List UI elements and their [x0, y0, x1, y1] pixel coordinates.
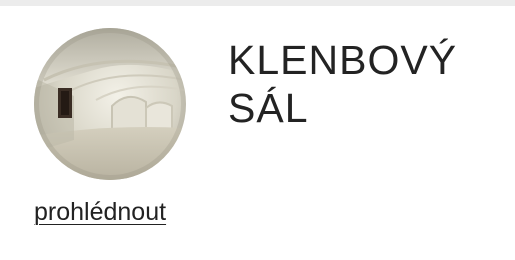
room-title: KLENBOVÝ SÁL	[228, 37, 458, 131]
room-card: KLENBOVÝ SÁL prohlédnout	[0, 0, 515, 260]
room-thumbnail[interactable]	[34, 28, 186, 180]
view-link[interactable]: prohlédnout	[34, 196, 166, 228]
vaulted-hall-photo-icon	[34, 28, 186, 180]
